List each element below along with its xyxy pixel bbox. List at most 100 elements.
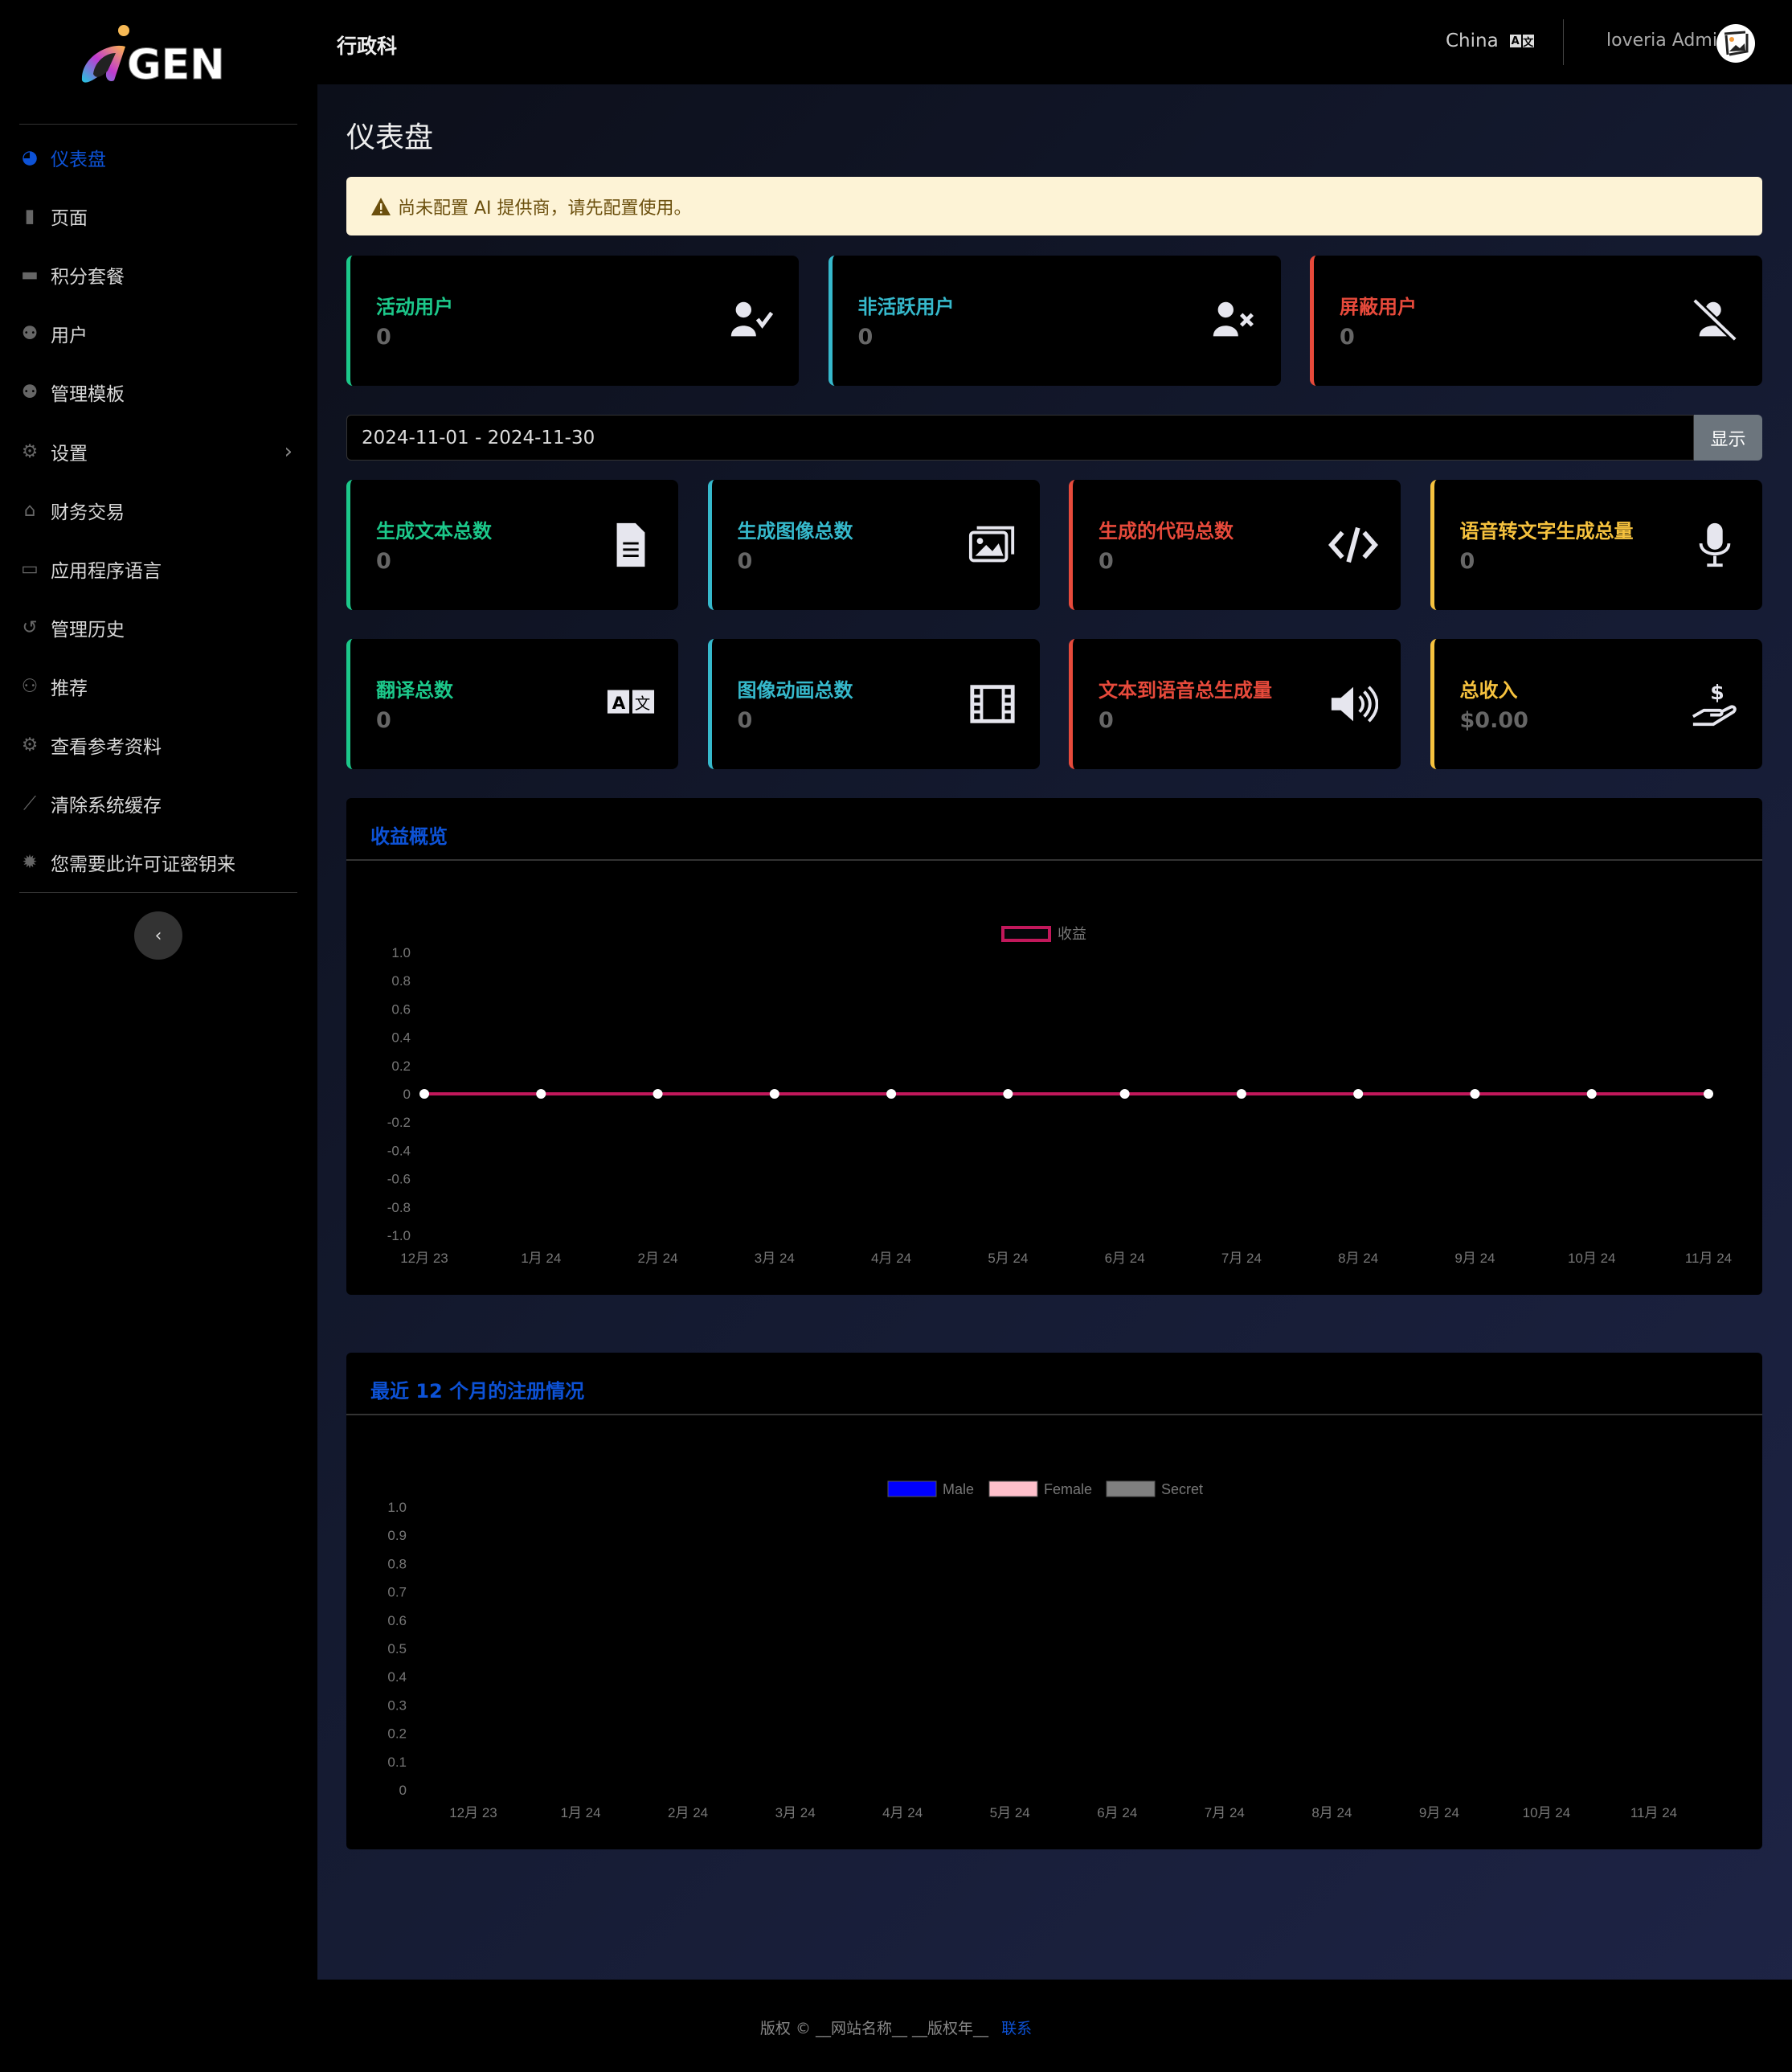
x-tick-label: 7月 24 (1221, 1251, 1262, 1266)
microphone-icon (1690, 520, 1740, 570)
sidebar-item-label: 财务交易 (51, 497, 125, 524)
code-icon (1328, 520, 1378, 570)
y-tick-label: 0.4 (387, 1669, 407, 1685)
warning-icon (370, 197, 391, 216)
chevron-left-icon: ‹ (155, 926, 162, 946)
sidebar-item-label: 应用程序语言 (51, 555, 162, 583)
bank-icon: ⌂ (19, 500, 40, 521)
stat-card: 图像动画总数0 (708, 639, 1040, 769)
card-value: $0.00 (1460, 708, 1528, 733)
card-title: 语音转文字生成总量 (1460, 515, 1634, 543)
avatar[interactable] (1716, 24, 1755, 63)
x-tick-label: 2月 24 (668, 1805, 708, 1820)
date-filter: 显示 (346, 415, 1762, 461)
svg-text:GEN: GEN (127, 41, 225, 88)
y-tick-label: 0.4 (391, 1030, 411, 1046)
footer: 版权 © __网站名称__ __版权年__ 联系 (0, 1980, 1792, 2072)
x-tick-label: 1月 24 (521, 1251, 561, 1266)
warning-alert: 尚未配置 AI 提供商，请先配置使用。 (346, 177, 1762, 235)
legend-label: Secret (1161, 1481, 1203, 1497)
card-value: 0 (376, 708, 391, 733)
card-title: 非活跃用户 (858, 291, 955, 319)
copyright-text: 版权 © __网站名称__ __版权年__ (760, 2020, 988, 2037)
card-value: 0 (1099, 549, 1114, 574)
card-title: 总收入 (1460, 674, 1518, 702)
y-tick-label: 0 (403, 1087, 411, 1102)
collapse-sidebar-button[interactable]: ‹ (134, 911, 182, 960)
users-icon: ⚉ (19, 323, 40, 344)
x-tick-label: 7月 24 (1205, 1805, 1245, 1820)
sidebar-item-8[interactable]: ↺管理历史 (19, 608, 297, 648)
x-tick-label: 4月 24 (882, 1805, 923, 1820)
language-icon: A文 (606, 679, 656, 729)
sidebar-item-6[interactable]: ⌂ 财务交易 (19, 490, 297, 530)
sidebar-item-11[interactable]: ⟋清除系统缓存 (19, 784, 297, 824)
data-point (1120, 1089, 1130, 1099)
sidebar-item-5[interactable]: ⚙设置› (19, 432, 297, 472)
x-tick-label: 12月 23 (449, 1805, 497, 1820)
file-alt-icon (606, 520, 656, 570)
data-point (1704, 1089, 1713, 1099)
svg-text:$: $ (1710, 681, 1724, 704)
svg-text:文: 文 (635, 694, 650, 713)
sidebar-item-0[interactable]: ◕仪表盘 (19, 137, 297, 178)
film-icon (968, 679, 1017, 729)
x-tick-label: 8月 24 (1338, 1251, 1378, 1266)
cog-icon: ✹ (19, 852, 40, 873)
card-title: 图像动画总数 (738, 674, 853, 702)
sidebar-item-10[interactable]: ⚙查看参考资料 (19, 725, 297, 765)
card-title: 活动用户 (376, 291, 453, 319)
user-stat-card: 屏蔽用户0 (1310, 256, 1762, 386)
revenue-chart-panel: 收益概览 1.00.80.60.40.20-0.2-0.4-0.6-0.8-1.… (346, 798, 1762, 1295)
date-range-input[interactable] (346, 415, 1694, 461)
y-tick-label: 0.5 (387, 1641, 407, 1656)
sidebar-item-label: 推荐 (51, 673, 88, 700)
contact-link[interactable]: 联系 (1001, 2020, 1032, 2037)
x-tick-label: 11月 24 (1685, 1251, 1732, 1266)
logo[interactable]: GEN (79, 24, 239, 88)
user-stat-card: 非活跃用户0 (828, 256, 1281, 386)
alert-text: 尚未配置 AI 提供商，请先配置使用。 (398, 194, 692, 219)
show-button[interactable]: 显示 (1694, 415, 1762, 461)
language-selector[interactable]: China A文 (1446, 31, 1534, 51)
history-icon: ↺ (19, 617, 40, 638)
x-tick-label: 6月 24 (1105, 1251, 1145, 1266)
y-tick-label: -0.6 (387, 1172, 411, 1187)
data-point (1470, 1089, 1479, 1099)
x-tick-label: 4月 24 (871, 1251, 911, 1266)
registration-chart: 1.00.90.80.70.60.50.40.30.20.1012月 231月 … (346, 1353, 1762, 1849)
sidebar-item-3[interactable]: ⚉用户 (19, 313, 297, 354)
sidebar-item-12[interactable]: ✹您需要此许可证密钥来 (19, 842, 297, 882)
data-point (536, 1089, 546, 1099)
y-tick-label: 0.2 (387, 1726, 407, 1742)
y-tick-label: 0.7 (387, 1585, 407, 1600)
sidebar-item-4[interactable]: ⚉管理模板 (19, 372, 297, 412)
user-stat-card: 活动用户0 (346, 256, 799, 386)
sidebar-item-9[interactable]: ⚇推荐 (19, 666, 297, 706)
user-check-icon (726, 296, 776, 346)
sidebar-item-label: 积分套餐 (51, 261, 125, 289)
y-tick-label: 0.3 (387, 1697, 407, 1713)
legend-label: 收益 (1058, 926, 1086, 942)
user-menu[interactable]: loveria Admin (1606, 31, 1729, 51)
card-value: 0 (376, 549, 391, 574)
x-tick-label: 10月 24 (1523, 1805, 1571, 1820)
sidebar-item-label: 仪表盘 (51, 144, 106, 171)
card-value: 0 (1099, 708, 1114, 733)
x-tick-label: 3月 24 (755, 1251, 795, 1266)
y-tick-label: 0.2 (391, 1059, 411, 1074)
stat-card: 总收入 $0.00 $ (1430, 639, 1762, 769)
y-tick-label: 0 (399, 1783, 407, 1798)
sidebar-divider (19, 892, 297, 893)
card-title: 文本到语音总生成量 (1099, 674, 1272, 702)
language-label: China (1446, 31, 1499, 51)
y-tick-label: 0.6 (391, 1001, 411, 1017)
sidebar-item-7[interactable]: ▭应用程序语言 (19, 549, 297, 589)
sidebar-item-1[interactable]: ▮页面 (19, 196, 297, 236)
header-divider (1563, 19, 1564, 65)
sidebar-item-2[interactable]: ▬积分套餐 (19, 255, 297, 295)
y-tick-label: 0.1 (387, 1755, 407, 1770)
sidebar-item-label: 管理模板 (51, 379, 125, 406)
data-point (770, 1089, 779, 1099)
sidebar-item-label: 页面 (51, 203, 88, 230)
